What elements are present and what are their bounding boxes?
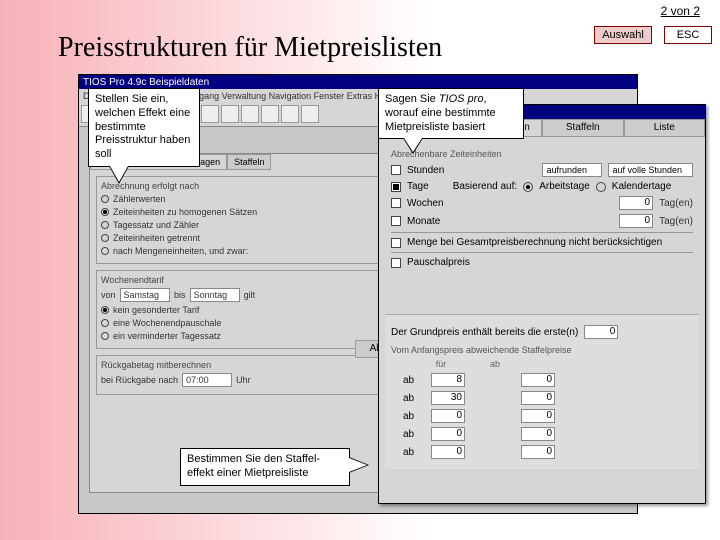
toolbar-icon[interactable] [201, 105, 219, 123]
radio[interactable] [101, 195, 109, 203]
page-title: Preisstrukturen für Mietpreislisten [58, 32, 442, 64]
brand-label: Arkade Software [0, 370, 6, 520]
grund-input[interactable]: 0 [584, 325, 618, 339]
radio-arbeitstage[interactable] [523, 182, 533, 192]
label: Pauschalpreis [407, 257, 470, 268]
auswahl-button[interactable]: Auswahl [594, 26, 652, 44]
callout-basis: Sagen Sie TIOS pro, worauf eine bestimmt… [378, 88, 524, 139]
weekend-group: Wochenendtarif von Samstag bis Sonntag g… [96, 270, 412, 349]
staffel-input[interactable]: 0 [431, 445, 465, 459]
toolbar-icon[interactable] [241, 105, 259, 123]
toolbar-icon[interactable] [221, 105, 239, 123]
staffel-section: Der Grundpreis enthält bereits die erste… [385, 314, 699, 469]
aufvolle-select[interactable]: auf volle Stunden [608, 163, 693, 177]
von-select[interactable]: Samstag [120, 288, 171, 302]
unit-label: Tag(en) [659, 198, 693, 209]
row-label: ab [403, 393, 423, 404]
radio[interactable] [101, 319, 109, 327]
label: Monate [407, 216, 440, 227]
staffel-input[interactable]: 0 [431, 409, 465, 423]
label: bei Rückgabe nach [101, 375, 178, 385]
staffel-input[interactable]: 0 [521, 409, 555, 423]
opt-label: Zählerwerten [113, 194, 166, 204]
label: bis [174, 290, 186, 300]
group-title: Abrechnung erfolgt nach [101, 181, 407, 191]
check-pauschal[interactable] [391, 258, 401, 268]
toolbar-icon[interactable] [261, 105, 279, 123]
radio[interactable] [101, 306, 109, 314]
radio[interactable] [101, 247, 109, 255]
radio-kalendertage[interactable] [596, 182, 606, 192]
check-menge[interactable] [391, 238, 401, 248]
wochen-input[interactable]: 0 [619, 196, 653, 210]
opt-label: kein gesonderter Tarif [113, 305, 199, 315]
settings-panel: Abrechnung nach Arbeitstagen Staffeln Ab… [89, 153, 419, 493]
unit-label: Tag(en) [659, 216, 693, 227]
esc-button[interactable]: ESC [664, 26, 712, 44]
staffel-input[interactable]: 30 [431, 391, 465, 405]
opt-label: ein verminderter Tagessatz [113, 331, 221, 341]
row-label: ab [403, 411, 423, 422]
monate-input[interactable]: 0 [619, 214, 653, 228]
label: Basierend auf: [453, 181, 518, 192]
staffel-input[interactable]: 0 [521, 391, 555, 405]
label: Stunden [407, 165, 444, 176]
staffel-input[interactable]: 0 [431, 427, 465, 441]
toolbar-icon[interactable] [301, 105, 319, 123]
check-stunden[interactable] [391, 165, 401, 175]
check-wochen[interactable] [391, 198, 401, 208]
check-tage[interactable] [391, 182, 401, 192]
col-header: ab [471, 359, 519, 369]
group-title: Wochenendtarif [101, 275, 407, 285]
opt-label: Tagessatz und Zähler [113, 220, 199, 230]
section-title: Abrechenbare Zeiteinheiten [391, 149, 693, 159]
row-label: ab [403, 429, 423, 440]
group-title: Rückgabetag mitberechnen [101, 360, 407, 370]
label: Wochen [407, 198, 444, 209]
callout-staffel: Bestimmen Sie den Staffel-effekt einer M… [180, 448, 350, 486]
staffel-input[interactable]: 8 [431, 373, 465, 387]
window-title: TIOS Pro 4.9c Beispieldaten [79, 75, 637, 89]
staffel-input[interactable]: 0 [521, 427, 555, 441]
staffel-input[interactable]: 0 [521, 373, 555, 387]
label: Arbeitstage [539, 181, 590, 192]
rueck-time[interactable]: 07:00 [182, 373, 232, 387]
label: Menge bei Gesamtpreisberechnung nicht be… [407, 237, 662, 248]
label: Kalendertage [612, 181, 672, 192]
row-label: ab [403, 375, 423, 386]
row-label: ab [403, 447, 423, 458]
zeiteinheiten-section: Abrechenbare Zeiteinheiten Stunden aufru… [385, 143, 699, 278]
tab-staffeln[interactable]: Staffeln [542, 119, 624, 137]
col-header: für [417, 359, 465, 369]
label: gilt [244, 290, 256, 300]
label: Der Grundpreis enthält bereits die erste… [391, 327, 578, 338]
opt-label: nach Mengeneinheiten, und zwar: [113, 246, 248, 256]
radio[interactable] [101, 221, 109, 229]
tab-staffeln[interactable]: Staffeln [227, 154, 271, 170]
toolbar-icon[interactable] [281, 105, 299, 123]
check-monate[interactable] [391, 216, 401, 226]
aufrunden-select[interactable]: aufrunden [542, 163, 602, 177]
bis-select[interactable]: Sonntag [190, 288, 240, 302]
abrechnung-group: Abrechnung erfolgt nach Zählerwerten Zei… [96, 176, 412, 264]
label: von [101, 290, 116, 300]
label: Tage [407, 181, 429, 192]
pager-link[interactable]: 2 von 2 [661, 4, 700, 18]
staffel-title: Vom Anfangspreis abweichende Staffelprei… [391, 345, 693, 355]
opt-label: Zeiteinheiten zu homogenen Sätzen [113, 207, 257, 217]
radio[interactable] [101, 332, 109, 340]
rueckgabe-group: Rückgabetag mitberechnen bei Rückgabe na… [96, 355, 412, 395]
opt-label: eine Wochenendpauschale [113, 318, 221, 328]
staffel-input[interactable]: 0 [521, 445, 555, 459]
dialog-front: Abrechnen Zeiteinheiten Staffeln Liste A… [378, 104, 706, 504]
label: Uhr [236, 375, 251, 385]
tab-liste[interactable]: Liste [624, 119, 706, 137]
opt-label: Zeiteinheiten getrennt [113, 233, 200, 243]
radio[interactable] [101, 234, 109, 242]
callout-effect: Stellen Sie ein, welchen Effekt eine bes… [88, 88, 200, 167]
radio[interactable] [101, 208, 109, 216]
